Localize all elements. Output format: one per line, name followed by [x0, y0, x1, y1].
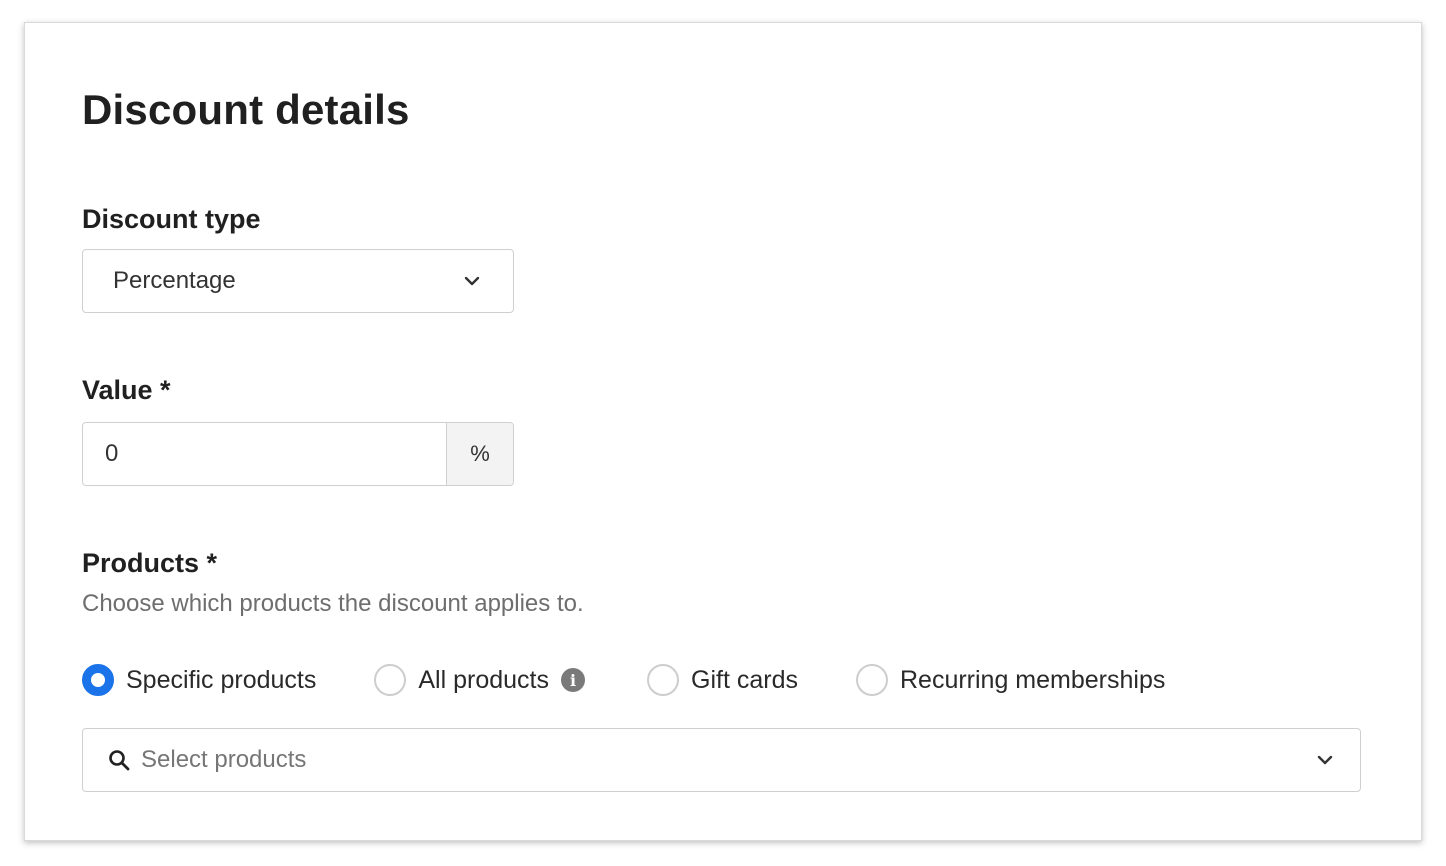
- products-help-text: Choose which products the discount appli…: [82, 590, 584, 617]
- search-icon: [107, 748, 131, 772]
- percent-suffix: %: [446, 423, 513, 485]
- radio-label: Specific products: [126, 665, 317, 694]
- radio-option-all-products[interactable]: All products i: [374, 664, 585, 696]
- products-select[interactable]: Select products: [82, 728, 1361, 792]
- radio-option-gift-cards[interactable]: Gift cards: [647, 664, 798, 696]
- discount-type-label: Discount type: [82, 204, 261, 234]
- discount-type-select[interactable]: Percentage: [82, 249, 514, 313]
- discount-details-card: Discount details Discount type Percentag…: [24, 22, 1422, 841]
- radio-label: Recurring memberships: [899, 665, 1166, 694]
- radio-unselected[interactable]: [647, 664, 679, 696]
- radio-unselected[interactable]: [374, 664, 407, 696]
- value-label: Value *: [82, 375, 171, 405]
- radio-label: Gift cards: [691, 665, 798, 694]
- page-title: Discount details: [82, 86, 410, 133]
- products-label: Products *: [82, 548, 218, 578]
- chevron-down-icon: [1314, 749, 1336, 771]
- value-field-group: %: [82, 422, 514, 486]
- radio-selected[interactable]: [82, 664, 114, 696]
- products-select-placeholder: Select products: [141, 746, 307, 773]
- radio-unselected[interactable]: [855, 664, 888, 696]
- discount-type-value: Percentage: [113, 267, 236, 294]
- radio-option-specific-products[interactable]: Specific products: [82, 664, 316, 696]
- chevron-down-icon: [461, 270, 483, 292]
- products-radio-group: Specific products All products i Gift ca…: [82, 663, 1165, 697]
- radio-option-recurring-memberships[interactable]: Recurring memberships: [855, 664, 1166, 696]
- radio-label: All products: [418, 665, 549, 694]
- info-icon[interactable]: i: [561, 668, 585, 692]
- value-input[interactable]: [83, 423, 446, 485]
